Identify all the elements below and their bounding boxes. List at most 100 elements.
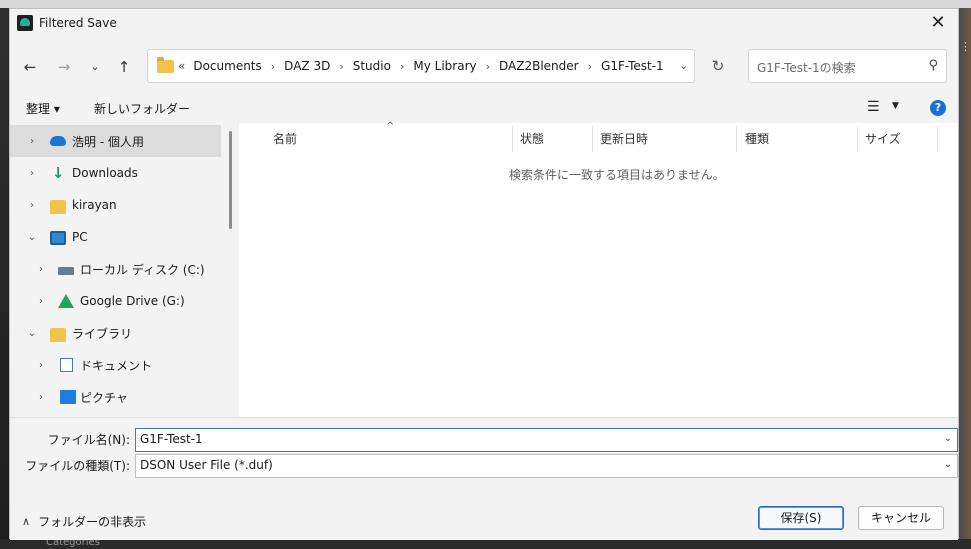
help-icon[interactable]: ? [930,100,946,116]
new-folder-button[interactable]: 新しいフォルダー [94,100,190,117]
chevron-right-icon[interactable]: › [27,168,37,179]
grip-icon: ⋮ [960,40,971,53]
sort-ascending-icon: ^ [386,121,395,132]
sidebar-item-onedrive[interactable]: › 浩明 - 個人用 [10,125,221,157]
background-app-right: ⋮ [959,8,971,549]
file-list[interactable]: ^ 名前 状態 更新日時 種類 サイズ 検索条件に一致する項目はありません。 [239,121,958,417]
empty-list-message: 検索条件に一致する項目はありません。 [509,168,725,182]
sidebar-item-google-drive[interactable]: › Google Drive (G:) [10,285,221,317]
sidebar-item-label: ライブラリ [72,326,133,341]
column-divider[interactable] [512,126,513,152]
sidebar-item-label: PC [72,230,88,244]
sidebar-item-label: ローカル ディスク (C:) [80,262,205,277]
save-dialog: Filtered Save ✕ ← → ⌄ ↑ « Documents › DA… [9,8,959,540]
filetype-label: ファイルの種類(T): [25,459,130,473]
view-options-icon[interactable]: ☰ [867,99,880,115]
chevron-right-icon[interactable]: › [27,200,37,211]
recent-chevron-down-icon[interactable]: ⌄ [83,56,107,78]
command-bar: 整理 ▾ 新しいフォルダー ☰ ▼ ? [10,95,958,123]
view-dropdown-icon[interactable]: ▼ [892,101,899,111]
address-bar[interactable]: « Documents › DAZ 3D › Studio › My Libra… [147,49,695,83]
sidebar-item-kirayan[interactable]: › kirayan [10,189,221,221]
chevron-right-icon[interactable]: › [400,60,404,73]
disk-icon [58,267,74,275]
column-divider[interactable] [592,126,593,152]
folder-icon [157,57,174,73]
chevron-right-icon[interactable]: › [271,60,275,73]
column-header-name[interactable]: 名前 [273,130,297,147]
breadcrumb-item[interactable]: DAZ 3D [284,59,330,73]
back-arrow-icon[interactable]: ← [18,56,42,78]
chevron-right-icon[interactable]: › [486,60,490,73]
column-header-modified[interactable]: 更新日時 [600,130,648,147]
filename-field[interactable]: G1F-Test-1 ⌄ [135,428,958,452]
picture-icon [60,390,76,404]
chevron-down-icon[interactable]: ⌄ [944,459,952,470]
chevron-up-icon: ∧ [22,515,31,528]
sidebar-item-local-disk[interactable]: › ローカル ディスク (C:) [10,253,221,285]
cancel-button[interactable]: キャンセル [858,506,944,530]
sidebar-item-pictures[interactable]: › ピクチャ [10,381,221,413]
navigation-pane: › 浩明 - 個人用 › ↓ Downloads › kirayan ⌄ PC … [10,123,232,417]
column-header-size[interactable]: サイズ [865,130,901,147]
cloud-icon [50,136,66,146]
breadcrumb-item[interactable]: DAZ2Blender [499,59,579,73]
chevron-right-icon[interactable]: › [36,264,46,275]
download-icon: ↓ [51,164,65,182]
chevron-down-icon[interactable]: ⌄ [944,433,952,444]
column-header-type[interactable]: 種類 [745,130,769,147]
chevron-right-icon[interactable]: › [36,392,46,403]
chevron-right-icon[interactable]: › [36,360,46,371]
sidebar-scrollbar[interactable] [229,131,232,229]
chevron-down-icon[interactable]: ⌄ [27,232,37,243]
up-arrow-icon[interactable]: ↑ [112,56,136,78]
chevron-right-icon[interactable]: › [27,136,37,147]
chevron-right-icon[interactable]: › [339,60,343,73]
filetype-value: DSON User File (*.duf) [140,458,273,472]
address-dropdown-chevron-icon[interactable]: ⌄ [679,59,688,72]
column-divider[interactable] [857,126,858,152]
sidebar-item-pc[interactable]: ⌄ PC [10,221,221,253]
filetype-select[interactable]: DSON User File (*.duf) ⌄ [135,454,958,478]
search-box[interactable]: G1F-Test-1の検索 ⚲ [748,49,947,83]
hide-folders-toggle[interactable]: ∧ フォルダーの非表示 [22,513,146,530]
refresh-icon[interactable]: ↻ [708,56,728,76]
save-form: ファイル名(N): G1F-Test-1 ⌄ ファイルの種類(T): DSON … [10,417,958,540]
folder-icon [50,328,66,342]
close-button[interactable]: ✕ [924,11,952,35]
sidebar-item-documents[interactable]: › ドキュメント [10,349,221,381]
background-app-left [0,8,9,549]
document-icon [60,358,73,372]
breadcrumb-item[interactable]: My Library [413,59,476,73]
breadcrumb-item[interactable]: Studio [353,59,391,73]
save-button[interactable]: 保存(S) [758,506,844,530]
sidebar-item-downloads[interactable]: › ↓ Downloads [10,157,221,189]
breadcrumb-item[interactable]: G1F-Test-1 [601,59,664,73]
column-divider[interactable] [736,126,737,152]
folder-icon [50,200,66,214]
title-bar: Filtered Save ✕ [10,9,958,38]
sidebar-item-label: ピクチャ [80,390,128,405]
gdrive-icon [58,294,74,308]
chevron-right-icon[interactable]: › [36,296,46,307]
organize-menu-button[interactable]: 整理 ▾ [26,100,60,117]
sidebar-item-label: ドキュメント [80,358,153,373]
column-divider[interactable] [937,126,938,152]
sidebar-item-libraries[interactable]: ⌄ ライブラリ [10,317,221,349]
chevron-right-icon[interactable]: › [588,60,592,73]
app-icon [17,15,33,31]
sidebar-item-label: Google Drive (G:) [80,294,185,308]
window-title: Filtered Save [39,16,117,30]
breadcrumb-overflow[interactable]: « [178,59,185,73]
filename-label: ファイル名(N): [47,433,130,447]
hide-folders-label: フォルダーの非表示 [38,515,147,529]
column-header-status[interactable]: 状態 [520,130,544,147]
pc-icon [50,231,66,245]
background-app-bottom: Categories [0,537,971,549]
filename-value: G1F-Test-1 [140,432,203,446]
chevron-down-icon[interactable]: ⌄ [27,328,37,339]
breadcrumb: « Documents › DAZ 3D › Studio › My Libra… [178,59,664,73]
search-icon: ⚲ [928,58,938,73]
breadcrumb-item[interactable]: Documents [193,59,261,73]
forward-arrow-icon[interactable]: → [52,56,76,78]
